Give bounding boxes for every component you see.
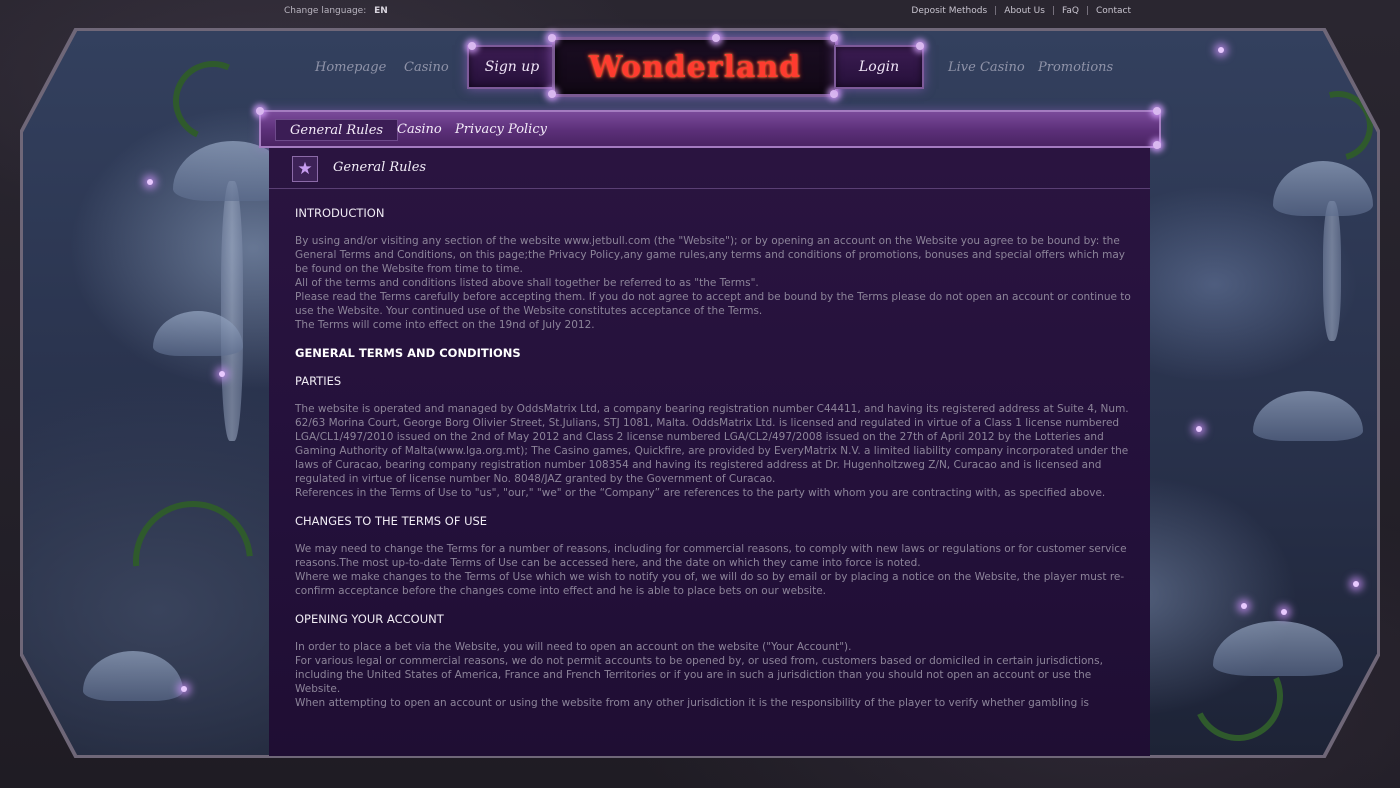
tab-privacy-policy[interactable]: Privacy Policy	[441, 119, 561, 141]
paragraph: By using and/or visiting any section of …	[295, 235, 1126, 275]
sparkle	[916, 42, 924, 50]
paragraph: The website is operated and managed by O…	[295, 403, 1129, 485]
section-heading: CHANGES TO THE TERMS OF USE	[295, 514, 488, 528]
paragraph: We may need to change the Terms for a nu…	[295, 543, 1127, 569]
sparkle	[256, 107, 264, 115]
divider: |	[1051, 6, 1055, 16]
mushroom-cap	[1273, 161, 1373, 216]
sign-up-button[interactable]: Sign up	[467, 45, 557, 89]
section-heading: PARTIES	[295, 374, 342, 388]
section-body: The website is operated and managed by O…	[295, 402, 1131, 500]
section-heading: GENERAL TERMS AND CONDITIONS	[295, 346, 521, 360]
language-code[interactable]: EN	[374, 6, 388, 16]
paragraph: The Terms will come into effect on the 1…	[295, 319, 595, 331]
paragraph: For various legal or commercial reasons,…	[295, 655, 1103, 695]
mushroom-cap	[1253, 391, 1363, 441]
paragraph: Where we make changes to the Terms of Us…	[295, 571, 1125, 597]
panel-title: General Rules	[333, 160, 427, 175]
paragraph: All of the terms and conditions listed a…	[295, 277, 759, 289]
sparkle	[468, 42, 476, 50]
divider: |	[994, 6, 998, 16]
sparkle	[1218, 47, 1224, 53]
sparkle	[181, 686, 187, 692]
sparkle	[712, 34, 720, 42]
deposit-methods-link[interactable]: Deposit Methods	[911, 6, 987, 16]
sparkle	[548, 34, 556, 42]
sparkle	[1241, 603, 1247, 609]
paragraph: When attempting to open an account or us…	[295, 697, 1089, 709]
sparkle	[1353, 581, 1359, 587]
vine	[1290, 78, 1377, 174]
top-utility-bar: Change language: EN Deposit Methods | Abou…	[0, 0, 1400, 24]
section-body: We may need to change the Terms for a nu…	[295, 542, 1131, 598]
sparkle	[830, 34, 838, 42]
logo-text: Wonderland	[588, 49, 802, 85]
contact-link[interactable]: Contact	[1096, 6, 1131, 16]
section-body: By using and/or visiting any section of …	[295, 234, 1131, 332]
nav-homepage[interactable]: Homepage	[315, 60, 386, 75]
vine	[108, 476, 278, 646]
star-icon: ★	[292, 156, 318, 182]
sparkle	[830, 90, 838, 98]
terms-document: INTRODUCTION By using and/or visiting an…	[295, 206, 1131, 724]
sparkle	[219, 371, 225, 377]
change-language-label: Change language:	[284, 6, 367, 16]
vine	[161, 49, 265, 153]
paragraph: In order to place a bet via the Website,…	[295, 641, 852, 653]
logo[interactable]: Wonderland	[552, 37, 838, 97]
nav-casino[interactable]: Casino	[404, 60, 449, 75]
mushroom-cap	[83, 651, 183, 701]
sparkle	[1153, 107, 1161, 115]
sparkle	[147, 179, 153, 185]
paragraph: Please read the Terms carefully before a…	[295, 291, 1131, 317]
paragraph: References in the Terms of Use to "us", …	[295, 487, 1106, 499]
login-button[interactable]: Login	[834, 45, 924, 89]
divider: |	[1085, 6, 1089, 16]
sparkle	[1153, 141, 1161, 149]
rules-tab-bar: General Rules Casino Privacy Policy	[259, 110, 1161, 148]
top-links: Deposit Methods | About Us | FaQ | Contact	[911, 6, 1131, 16]
nav-live-casino[interactable]: Live Casino	[948, 60, 1025, 75]
sparkle	[548, 90, 556, 98]
sparkle	[1281, 609, 1287, 615]
mushroom-stem	[221, 181, 243, 441]
mushroom-stem	[1323, 201, 1341, 341]
faq-link[interactable]: FaQ	[1062, 6, 1079, 16]
panel-header: ★ General Rules	[269, 148, 1150, 189]
section-heading: OPENING YOUR ACCOUNT	[295, 612, 444, 626]
section-heading: INTRODUCTION	[295, 206, 385, 220]
content-panel: ★ General Rules INTRODUCTION By using an…	[269, 148, 1150, 756]
about-us-link[interactable]: About Us	[1004, 6, 1045, 16]
sparkle	[1196, 426, 1202, 432]
language-switcher[interactable]: Change language: EN	[284, 6, 388, 16]
tab-general-rules[interactable]: General Rules	[275, 119, 399, 141]
nav-promotions[interactable]: Promotions	[1038, 60, 1113, 75]
section-body: In order to place a bet via the Website,…	[295, 640, 1131, 710]
